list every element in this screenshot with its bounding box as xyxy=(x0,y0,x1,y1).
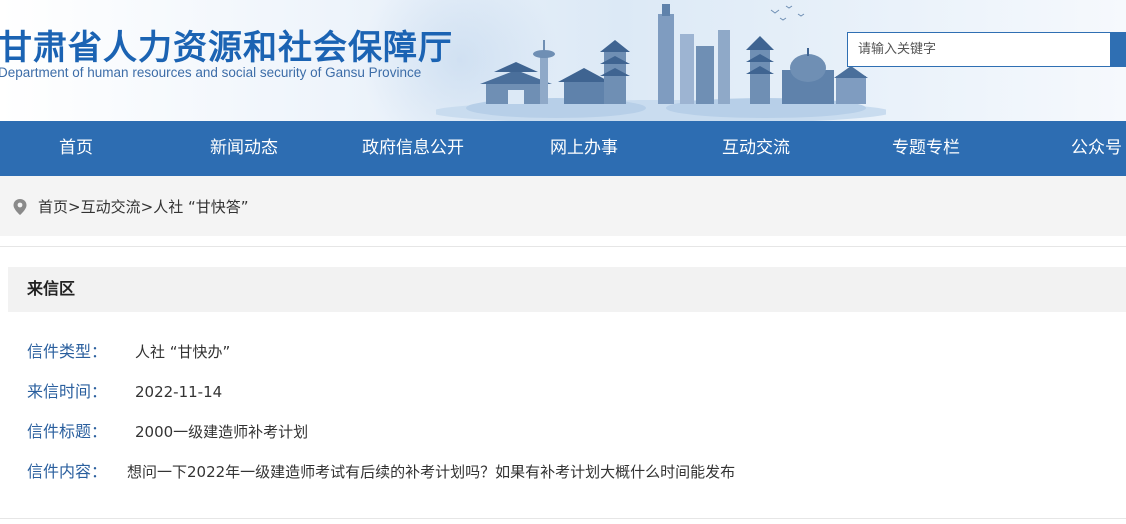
nav-item-interaction[interactable]: 互动交流 xyxy=(722,121,790,176)
letter-content-value: 想问一下2022年一级建造师考试有后续的补考计划吗？如果有补考计划大概什么时间能… xyxy=(127,463,736,481)
nav-item-news[interactable]: 新闻动态 xyxy=(210,121,278,176)
main-nav: 首页 新闻动态 政府信息公开 网上办事 互动交流 专题专栏 公众号 xyxy=(0,121,1126,176)
letter-content-label: 信件内容： xyxy=(27,462,108,481)
breadcrumb-home[interactable]: 首页 xyxy=(38,198,68,216)
search-button[interactable] xyxy=(1111,32,1126,67)
search-box xyxy=(847,32,1111,67)
breadcrumb: 首页>互动交流>人社 “甘快答” xyxy=(38,196,249,218)
search-input[interactable] xyxy=(848,33,1110,66)
letter-date-label: 来信时间： xyxy=(27,382,108,401)
letter-date-value: 2022-11-14 xyxy=(135,383,223,401)
breadcrumb-interaction[interactable]: 互动交流 xyxy=(81,198,141,216)
nav-item-gov-info[interactable]: 政府信息公开 xyxy=(362,121,464,176)
nav-item-special-topics[interactable]: 专题专栏 xyxy=(892,121,960,176)
letter-title-value: 2000一级建造师补考计划 xyxy=(135,423,309,441)
letter-type-label: 信件类型： xyxy=(27,342,108,361)
nav-item-home[interactable]: 首页 xyxy=(59,121,93,176)
site-title: 甘肃省人力资源和社会保障厅 xyxy=(0,28,453,68)
breadcrumb-separator: > xyxy=(68,198,81,216)
breadcrumb-current[interactable]: 人社 “甘快答” xyxy=(153,198,248,216)
section-title: 来信区 xyxy=(27,279,76,298)
letter-title-label: 信件标题： xyxy=(27,422,108,441)
nav-item-online-services[interactable]: 网上办事 xyxy=(550,121,618,176)
section-header xyxy=(8,267,1126,312)
location-pin-icon xyxy=(13,199,27,215)
site-subtitle: Department of human resources and social… xyxy=(0,65,422,80)
letter-type-value: 人社 “甘快办” xyxy=(135,343,231,361)
divider xyxy=(0,246,1126,247)
breadcrumb-separator: > xyxy=(140,198,154,216)
nav-item-official-account[interactable]: 公众号 xyxy=(1071,121,1122,176)
city-skyline-illustration xyxy=(436,4,886,121)
divider xyxy=(0,518,1126,519)
